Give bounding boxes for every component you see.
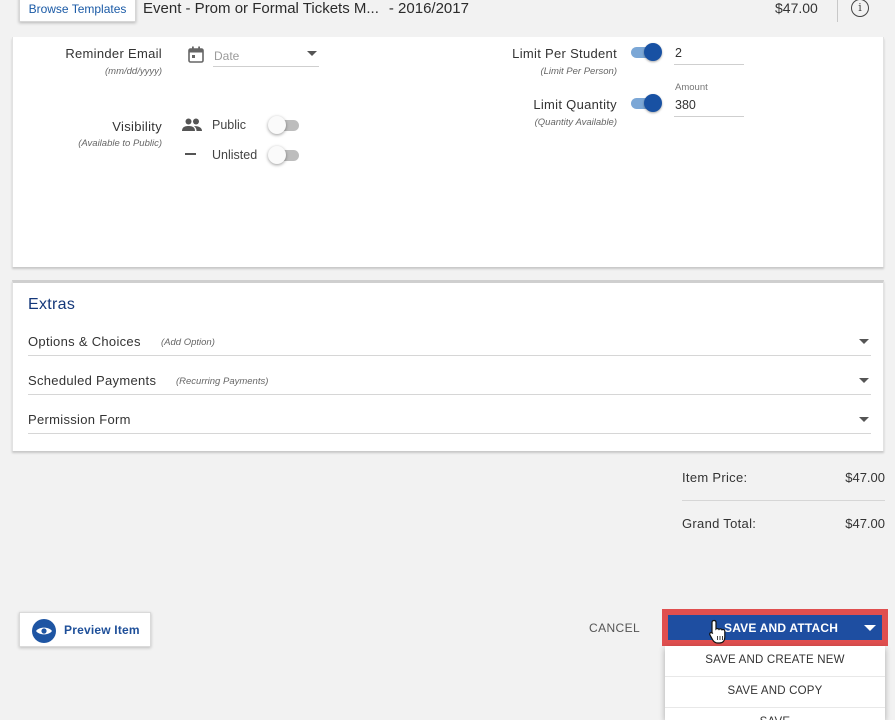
unlisted-toggle-knob	[268, 146, 286, 164]
limit-quantity-amount-input[interactable]: 380	[674, 95, 744, 117]
visibility-sub: (Available to Public)	[78, 138, 162, 149]
grand-total-label: Grand Total:	[682, 516, 757, 531]
limit-quantity-amount-label: Amount	[675, 82, 708, 93]
save-options-menu: SAVE AND CREATE NEW SAVE AND COPY SAVE	[665, 646, 885, 720]
caret-down-icon[interactable]	[864, 625, 876, 631]
browse-templates-button[interactable]: Browse Templates	[19, 0, 136, 22]
save-and-attach-button[interactable]: SAVE AND ATTACH	[668, 615, 882, 640]
extras-row-name: Permission Form	[28, 412, 131, 427]
extras-row-permission-form[interactable]: Permission Form	[28, 404, 871, 434]
header-bar: Browse Templates Event - Prom or Formal …	[0, 0, 895, 22]
unlisted-toggle[interactable]	[268, 145, 302, 165]
extras-row-name: Scheduled Payments	[28, 373, 157, 388]
visibility-label: Visibility	[112, 119, 162, 134]
item-price-value: $47.00	[845, 470, 885, 485]
extras-title: Extras	[28, 296, 76, 313]
extras-card: Extras Options & Choices (Add Option) Sc…	[12, 280, 884, 451]
cancel-button[interactable]: CANCEL	[589, 621, 640, 635]
chevron-down-icon[interactable]	[859, 339, 869, 344]
extras-row-hint: (Add Option)	[161, 337, 215, 348]
eye-icon	[32, 619, 56, 643]
limit-per-student-toggle-knob	[644, 43, 662, 61]
reminder-email-label: Reminder Email	[65, 46, 162, 61]
extras-row-hint: (Recurring Payments)	[176, 376, 269, 387]
preview-item-label: Preview Item	[64, 623, 140, 637]
preview-item-button[interactable]: Preview Item	[19, 612, 151, 647]
save-and-attach-label: SAVE AND ATTACH	[724, 621, 839, 635]
chevron-down-icon[interactable]	[859, 417, 869, 422]
menu-item-save[interactable]: SAVE	[665, 707, 885, 720]
hand-cursor-icon	[709, 619, 726, 644]
limit-per-student-label: Limit Per Student	[512, 46, 617, 61]
menu-item-save-and-copy[interactable]: SAVE AND COPY	[665, 676, 885, 707]
calendar-icon[interactable]	[188, 46, 204, 63]
public-toggle-knob	[268, 116, 286, 134]
header-divider	[837, 0, 838, 22]
people-icon	[182, 118, 202, 131]
limit-quantity-toggle[interactable]	[628, 93, 662, 113]
limit-quantity-toggle-knob	[644, 94, 662, 112]
reminder-email-sub: (mm/dd/yyyy)	[105, 66, 162, 77]
limit-per-student-toggle[interactable]	[628, 42, 662, 62]
dash-icon	[185, 153, 196, 155]
limit-per-student-sub: (Limit Per Person)	[540, 66, 617, 77]
item-price-label: Item Price:	[682, 470, 748, 485]
item-settings-card: Reminder Email (mm/dd/yyyy) Date Visibil…	[12, 37, 884, 267]
chevron-down-icon[interactable]	[859, 378, 869, 383]
limit-per-student-amount-input[interactable]: 2	[674, 43, 744, 65]
event-title-text: Event - Prom or Formal Tickets M...	[143, 0, 379, 17]
totals-divider	[682, 500, 885, 501]
event-year: - 2016/2017	[388, 0, 469, 17]
save-button-highlight: SAVE AND ATTACH	[662, 609, 888, 646]
date-dropdown-caret-icon[interactable]	[307, 51, 317, 56]
menu-item-save-and-create-new[interactable]: SAVE AND CREATE NEW	[665, 646, 885, 676]
info-circle-icon[interactable]: i	[851, 0, 869, 17]
header-price: $47.00	[775, 0, 818, 16]
public-toggle[interactable]	[268, 115, 302, 135]
grand-total-value: $47.00	[845, 516, 885, 531]
extras-row-options-choices[interactable]: Options & Choices (Add Option)	[28, 326, 871, 356]
limit-quantity-sub: (Quantity Available)	[534, 117, 617, 128]
visibility-unlisted-label: Unlisted	[212, 148, 258, 162]
extras-row-scheduled-payments[interactable]: Scheduled Payments (Recurring Payments)	[28, 365, 871, 395]
event-title: Event - Prom or Formal Tickets M... - 201…	[143, 0, 469, 17]
reminder-date-input[interactable]: Date	[213, 47, 319, 67]
visibility-public-label: Public	[212, 118, 247, 132]
limit-quantity-label: Limit Quantity	[533, 97, 617, 112]
extras-row-name: Options & Choices	[28, 334, 141, 349]
